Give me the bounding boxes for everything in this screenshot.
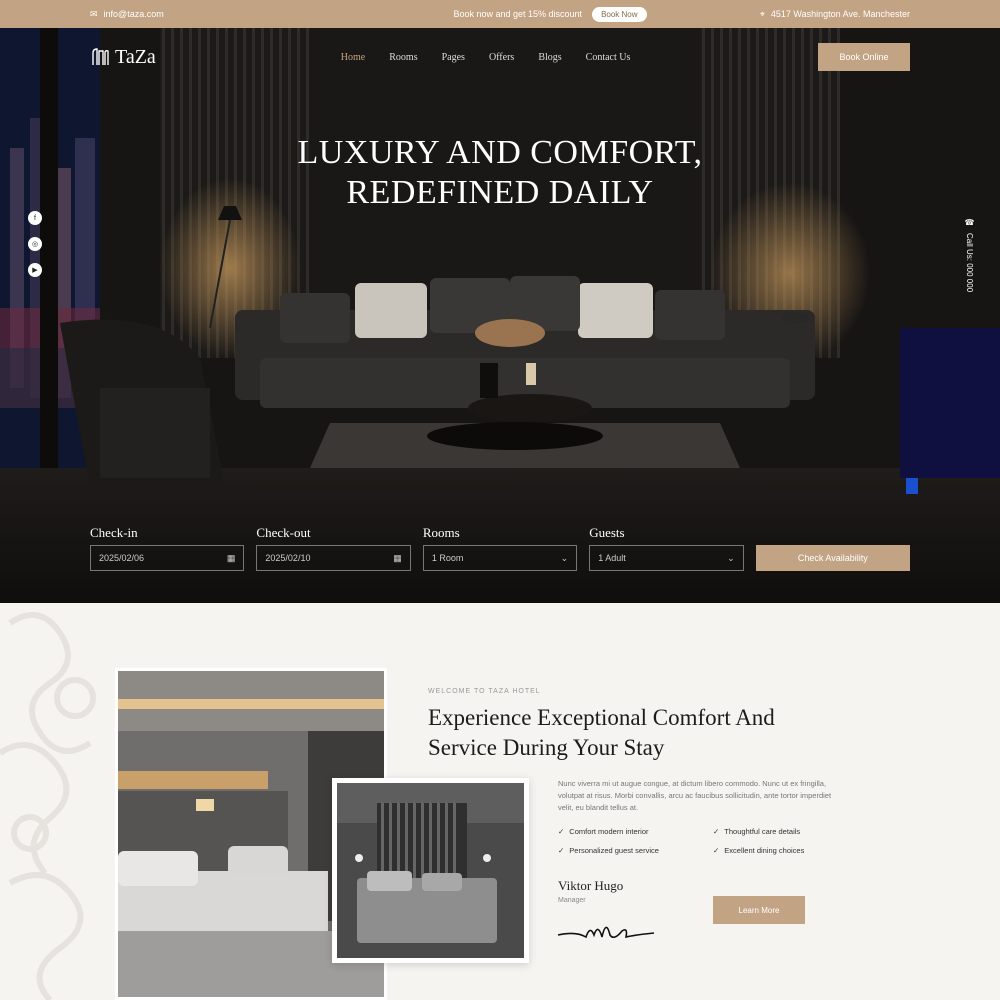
guests-field: Guests 1 Adult ⌄ — [589, 525, 744, 571]
check-icon: ✓ — [558, 827, 565, 836]
nav-item-pages[interactable]: Pages — [442, 52, 465, 63]
facebook-icon[interactable]: f — [28, 211, 42, 225]
checkin-label: Check-in — [90, 525, 138, 540]
nav-item-blogs[interactable]: Blogs — [538, 52, 561, 63]
brand-name: TaZa — [115, 45, 156, 68]
call-us-vertical[interactable]: ☎ Call Us: 000 000 — [965, 218, 974, 292]
rooms-value: 1 Room — [431, 553, 464, 563]
checkin-field: Check-in 2025/02/06 ▦ — [90, 525, 245, 571]
main-navbar: TaZa Home Rooms Pages Offers Blogs Conta… — [90, 42, 910, 72]
nav-item-rooms[interactable]: Rooms — [389, 52, 417, 63]
check-icon: ✓ — [713, 846, 720, 855]
top-bar-address: 4517 Washington Ave. Manchester — [770, 9, 910, 19]
promo-book-button[interactable]: Book Now — [592, 6, 647, 22]
feature-label: Personalized guest service — [569, 846, 659, 855]
social-links: f ◎ ▶ — [28, 211, 42, 277]
chevron-down-icon: ⌄ — [727, 552, 735, 563]
top-bar-address-group: ⌖ 4517 Washington Ave. Manchester — [710, 9, 910, 20]
checkout-value: 2025/02/10 — [265, 553, 311, 563]
youtube-icon[interactable]: ▶ — [28, 263, 42, 277]
feature-item: ✓ Comfort modern interior — [558, 827, 649, 836]
calendar-icon: ▦ — [226, 552, 236, 563]
rooms-label: Rooms — [422, 525, 460, 540]
bedroom-detail-image — [337, 783, 524, 958]
logo-icon — [92, 48, 109, 65]
hero-headline-line2: REDEFINED DAILY — [346, 174, 654, 211]
feature-label: Comfort modern interior — [569, 827, 649, 836]
about-description: Nunc viverra mi ut augue congue, at dict… — [558, 779, 832, 812]
decorative-pattern — [0, 612, 96, 1000]
hero-section: TaZa Home Rooms Pages Offers Blogs Conta… — [0, 28, 1000, 603]
hero-background-image — [0, 28, 1000, 603]
guests-label: Guests — [589, 525, 625, 540]
about-title: Experience Exceptional Comfort And Servi… — [428, 705, 775, 760]
top-bar-email[interactable]: info@taza.com — [104, 9, 164, 19]
rooms-select[interactable]: 1 Room ⌄ — [422, 545, 578, 571]
guests-select[interactable]: 1 Adult ⌄ — [589, 545, 744, 571]
check-availability-button[interactable]: Check Availability — [755, 545, 911, 571]
promo-text: Book now and get 15% discount — [453, 9, 583, 19]
check-icon: ✓ — [558, 846, 565, 855]
checkin-input[interactable]: 2025/02/06 ▦ — [90, 545, 245, 571]
signer-role: Manager — [558, 897, 586, 904]
call-text: Call Us: 000 000 — [965, 233, 974, 293]
about-eyebrow: WELCOME TO TAZA HOTEL — [428, 688, 541, 695]
pin-icon: ⌖ — [759, 8, 765, 19]
nav-item-offers[interactable]: Offers — [489, 52, 514, 63]
mail-icon: ✉ — [90, 8, 98, 19]
calendar-icon: ▦ — [393, 552, 402, 563]
booking-form: Check-in 2025/02/06 ▦ Check-out 2025/02/… — [90, 525, 911, 571]
phone-icon: ☎ — [965, 218, 974, 227]
guests-value: 1 Adult — [598, 553, 626, 563]
bedroom-detail-photo — [332, 778, 529, 963]
about-section: WELCOME TO TAZA HOTEL Experience Excepti… — [0, 603, 1000, 1000]
nav-item-contact[interactable]: Contact Us — [586, 52, 631, 63]
top-bar: ✉ info@taza.com Book now and get 15% dis… — [0, 0, 1000, 28]
check-icon: ✓ — [713, 827, 720, 836]
checkout-input[interactable]: 2025/02/10 ▦ — [256, 545, 411, 571]
checkout-field: Check-out 2025/02/10 ▦ — [256, 525, 411, 571]
top-bar-email-group: ✉ info@taza.com — [90, 9, 390, 20]
top-bar-promo: Book now and get 15% discount Book Now — [390, 6, 710, 22]
feature-label: Thoughtful care details — [724, 827, 801, 836]
brand-logo[interactable]: TaZa — [90, 46, 156, 69]
nav-menu: Home Rooms Pages Offers Blogs Contact Us — [341, 52, 631, 63]
signer-name: Viktor Hugo — [558, 878, 624, 893]
hero-headline-line1: LUXURY AND COMFORT, — [297, 134, 703, 171]
instagram-icon[interactable]: ◎ — [28, 237, 42, 251]
checkin-value: 2025/02/06 — [99, 553, 145, 563]
learn-more-button[interactable]: Learn More — [713, 896, 805, 924]
nav-item-home[interactable]: Home — [341, 52, 365, 63]
feature-item: ✓ Excellent dining choices — [713, 846, 804, 855]
feature-item: ✓ Thoughtful care details — [713, 827, 800, 836]
signature-image — [557, 926, 655, 939]
feature-item: ✓ Personalized guest service — [558, 846, 659, 855]
chevron-down-icon: ⌄ — [560, 552, 569, 563]
book-online-button[interactable]: Book Online — [818, 43, 910, 71]
rooms-field: Rooms 1 Room ⌄ — [422, 525, 578, 571]
hero-headline: LUXURY AND COMFORT, REDEFINED DAILY — [0, 133, 1000, 213]
feature-label: Excellent dining choices — [724, 846, 805, 855]
checkout-label: Check-out — [256, 525, 311, 540]
